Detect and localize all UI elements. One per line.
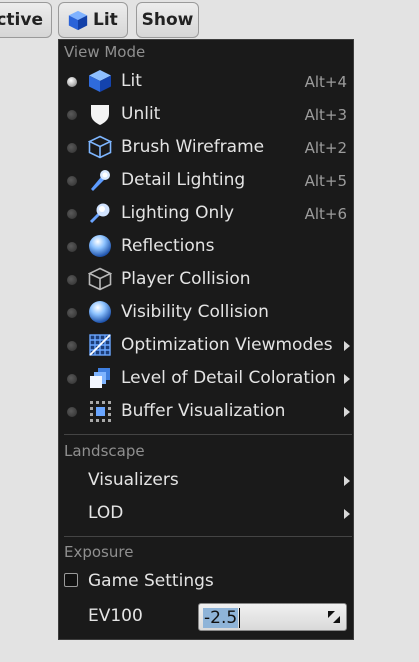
menu-item-unlit[interactable]: Unlit Alt+3 <box>59 98 353 131</box>
menu-item-player-collision[interactable]: Player Collision <box>59 263 353 296</box>
menu-item-buffer-visualization[interactable]: Buffer Visualization <box>59 395 353 428</box>
section-title-exposure: Exposure <box>64 543 134 561</box>
submenu-arrow-icon <box>344 341 350 351</box>
menu-item-label: Visibility Collision <box>121 302 269 322</box>
perspective-button-label: ective <box>0 10 43 30</box>
radio-unselected <box>67 374 77 384</box>
resize-drag-icon[interactable] <box>326 609 342 625</box>
submenu-arrow-icon <box>344 476 350 486</box>
menu-item-label: Reflections <box>121 236 215 256</box>
menu-separator <box>64 434 352 435</box>
menu-item-label: Brush Wireframe <box>121 137 265 157</box>
grid-icon <box>89 334 111 356</box>
menu-item-label: Optimization Viewmodes <box>121 335 333 355</box>
viewmode-dropdown-menu: View Mode Lit Alt+4 Unlit Alt+3 Brush Wi… <box>58 39 354 640</box>
menu-item-detail-lighting[interactable]: Detail Lighting Alt+5 <box>59 164 353 197</box>
menu-item-lighting-only[interactable]: Lighting Only Alt+6 <box>59 197 353 230</box>
menu-item-visibility-collision[interactable]: Visibility Collision <box>59 296 353 329</box>
menu-item-shortcut: Alt+6 <box>304 205 347 223</box>
menu-separator <box>64 536 352 537</box>
radio-unselected <box>67 176 77 186</box>
submenu-arrow-icon <box>344 509 350 519</box>
flashlight-icon <box>91 170 110 191</box>
menu-item-label: LOD <box>88 503 124 523</box>
game-settings-checkbox-row[interactable]: Game Settings <box>59 565 353 598</box>
menu-item-label: Level of Detail Coloration <box>121 368 336 388</box>
lightbulb-icon <box>89 203 110 224</box>
submenu-arrow-icon <box>344 407 350 417</box>
radio-unselected <box>67 308 77 318</box>
show-button[interactable]: Show <box>136 2 199 38</box>
menu-item-label: Visualizers <box>88 470 179 490</box>
ev100-value: -2.5 <box>203 608 239 628</box>
radio-selected <box>67 77 77 87</box>
stacked-cubes-icon <box>90 368 110 388</box>
menu-item-lod[interactable]: LOD <box>59 497 353 530</box>
menu-item-lit[interactable]: Lit Alt+4 <box>59 65 353 98</box>
menu-item-brush-wireframe[interactable]: Brush Wireframe Alt+2 <box>59 131 353 164</box>
ev100-label: EV100 <box>88 606 143 626</box>
menu-item-lod-coloration[interactable]: Level of Detail Coloration <box>59 362 353 395</box>
perspective-button[interactable]: ective <box>0 2 52 38</box>
radio-unselected <box>67 110 77 120</box>
radio-unselected <box>67 275 77 285</box>
menu-item-label: Lit <box>121 71 142 91</box>
menu-item-optimization-viewmodes[interactable]: Optimization Viewmodes <box>59 329 353 362</box>
menu-item-label: Detail Lighting <box>121 170 246 190</box>
lit-cube-icon <box>89 70 111 92</box>
menu-item-visualizers[interactable]: Visualizers <box>59 464 353 497</box>
radio-unselected <box>67 407 77 417</box>
section-title-landscape: Landscape <box>64 442 145 460</box>
text-caret <box>239 608 240 628</box>
sphere-icon <box>89 301 111 323</box>
sphere-icon <box>89 235 111 257</box>
menu-item-reflections[interactable]: Reflections <box>59 230 353 263</box>
menu-item-shortcut: Alt+2 <box>304 139 347 157</box>
menu-item-shortcut: Alt+4 <box>304 73 347 91</box>
radio-unselected <box>67 242 77 252</box>
game-settings-label: Game Settings <box>88 571 214 591</box>
game-settings-checkbox[interactable] <box>64 573 78 587</box>
menu-item-label: Buffer Visualization <box>121 401 286 421</box>
ev100-input[interactable]: -2.5 <box>198 603 347 631</box>
dotted-grid-icon <box>90 401 111 422</box>
radio-unselected <box>67 143 77 153</box>
wireframe-cube-icon <box>88 135 112 159</box>
shield-icon <box>91 105 109 125</box>
menu-item-shortcut: Alt+3 <box>304 106 347 124</box>
radio-unselected <box>67 209 77 219</box>
show-button-label: Show <box>141 10 194 30</box>
menu-item-label: Lighting Only <box>121 203 235 223</box>
ev100-row: EV100 -2.5 <box>59 600 353 633</box>
menu-item-label: Unlit <box>121 104 161 124</box>
radio-unselected <box>67 341 77 351</box>
menu-item-shortcut: Alt+5 <box>304 172 347 190</box>
lit-cube-icon <box>68 10 88 31</box>
lit-viewmode-button[interactable]: Lit <box>58 2 128 38</box>
section-title-view-mode: View Mode <box>64 43 146 61</box>
collision-cube-icon <box>88 267 112 291</box>
menu-item-label: Player Collision <box>121 269 251 289</box>
submenu-arrow-icon <box>344 374 350 384</box>
lit-button-label: Lit <box>93 10 118 30</box>
